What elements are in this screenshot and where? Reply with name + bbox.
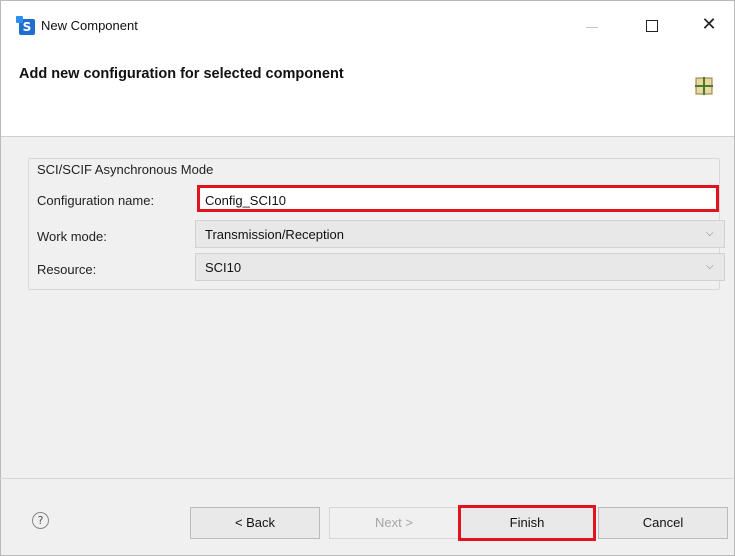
back-button[interactable]: < Back — [190, 507, 320, 539]
chevron-down-icon: ⌵ — [706, 261, 714, 272]
resource-label: Resource: — [37, 262, 97, 277]
help-icon[interactable]: ? — [32, 512, 49, 529]
close-button[interactable]: ✕ — [694, 13, 724, 39]
cancel-button[interactable]: Cancel — [598, 507, 728, 539]
app-icon: S — [16, 16, 35, 35]
configuration-name-input[interactable] — [205, 190, 685, 210]
chevron-down-icon: ⌵ — [706, 228, 714, 239]
configuration-name-label: Configuration name: — [37, 193, 155, 208]
next-button[interactable]: Next > — [329, 507, 459, 539]
finish-button[interactable]: Finish — [458, 505, 596, 541]
maximize-button[interactable] — [638, 13, 668, 39]
component-grid-icon — [695, 77, 713, 95]
work-mode-value: Transmission/Reception — [205, 227, 344, 242]
resource-value: SCI10 — [205, 260, 242, 275]
configuration-name-field[interactable] — [197, 185, 719, 212]
wizard-title: Add new configuration for selected compo… — [19, 66, 344, 82]
group-label: SCI/SCIF Asynchronous Mode — [37, 162, 214, 177]
resource-select[interactable]: SCI10 ⌵ — [195, 253, 725, 281]
title-bar: S New Component ✕ — [1, 1, 734, 49]
wizard-header: Add new configuration for selected compo… — [1, 49, 734, 137]
work-mode-select[interactable]: Transmission/Reception ⌵ — [195, 220, 725, 248]
footer-divider — [0, 478, 733, 479]
work-mode-label: Work mode: — [37, 229, 107, 244]
window-title: New Component — [41, 18, 138, 33]
minimize-button[interactable] — [578, 13, 608, 39]
